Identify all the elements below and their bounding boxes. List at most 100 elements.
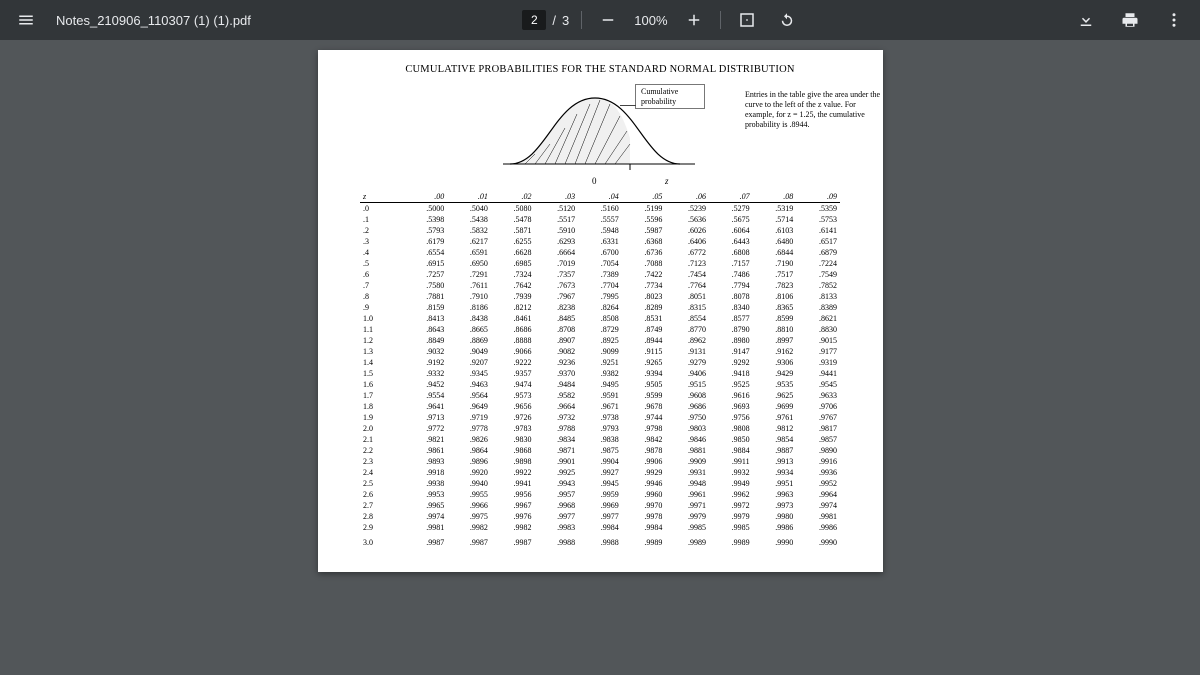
print-button[interactable] [1116,6,1144,34]
z-table-cell: .9706 [796,401,840,412]
z-table-cell: .9099 [578,346,622,357]
z-table-row: 1.7.9554.9564.9573.9582.9591.9599.9608.9… [360,390,840,401]
z-table-cell: .7257 [404,269,448,280]
z-table-cell: .8508 [578,313,622,324]
z-table-cell: .9719 [447,412,491,423]
z-table-cell: .9162 [753,346,797,357]
z-table-cell: .6517 [796,236,840,247]
z-table-cell: .5199 [622,203,666,215]
z-table-cell: .7967 [535,291,579,302]
toolbar-divider-2 [720,11,721,29]
z-table-cell: .7764 [665,280,709,291]
z-table-cell: .8577 [709,313,753,324]
z-table-cell: .9798 [622,423,666,434]
z-table-row: 1.3.9032.9049.9066.9082.9099.9115.9131.9… [360,346,840,357]
z-table-cell: 2.0 [360,423,404,434]
z-table-cell: .5000 [404,203,448,215]
z-table-cell: .9772 [404,423,448,434]
z-table-header-cell: z [360,191,404,203]
zoom-in-button[interactable] [680,6,708,34]
z-table-cell: .9868 [491,445,535,456]
page-total: 3 [562,13,569,28]
z-table-cell: .9974 [404,511,448,522]
z-table-row: .9.8159.8186.8212.8238.8264.8289.8315.83… [360,302,840,313]
z-table-cell: .9904 [578,456,622,467]
z-table-cell: .9793 [578,423,622,434]
fit-page-button[interactable] [733,6,761,34]
z-table-cell: .9842 [622,434,666,445]
page-current-input[interactable]: 2 [522,10,546,30]
z-table-cell: .9990 [753,533,797,548]
z-table-cell: .9306 [753,357,797,368]
z-table-cell: .6554 [404,247,448,258]
z-table-cell: .5557 [578,214,622,225]
z-table-cell: .9788 [535,423,579,434]
z-table-cell: .9251 [578,357,622,368]
z-table-cell: .9505 [622,379,666,390]
z-table-cell: .9893 [404,456,448,467]
z-table-cell: .7088 [622,258,666,269]
z-table-cell: .5793 [404,225,448,236]
z-table-cell: .9625 [753,390,797,401]
z-table-cell: .9803 [665,423,709,434]
z-table-cell: .9964 [796,489,840,500]
z-table-cell: .9857 [796,434,840,445]
z-table-cell: .6844 [753,247,797,258]
z-table-cell: .9965 [404,500,448,511]
z-table-cell: .9986 [796,522,840,533]
more-button[interactable] [1160,6,1188,34]
z-table-row: 2.6.9953.9955.9956.9957.9959.9960.9961.9… [360,489,840,500]
fit-page-icon [738,11,756,29]
z-table-cell: .8643 [404,324,448,335]
z-table-cell: .9761 [753,412,797,423]
menu-button[interactable] [12,6,40,34]
z-table-cell: .7881 [404,291,448,302]
z-table-cell: .9956 [491,489,535,500]
z-table-cell: .9909 [665,456,709,467]
z-table-cell: .9913 [753,456,797,467]
download-button[interactable] [1072,6,1100,34]
document-viewport[interactable]: CUMULATIVE PROBABILITIES FOR THE STANDAR… [0,40,1200,675]
z-table-cell: .9936 [796,467,840,478]
zoom-out-button[interactable] [594,6,622,34]
z-table-cell: .9812 [753,423,797,434]
z-table-cell: .3 [360,236,404,247]
z-table-row: .4.6554.6591.6628.6664.6700.6736.6772.68… [360,247,840,258]
z-table-cell: .9940 [447,478,491,489]
rotate-button[interactable] [773,6,801,34]
z-table-cell: 2.6 [360,489,404,500]
z-table-cell: .9977 [535,511,579,522]
z-table-cell: .9957 [535,489,579,500]
z-table-cell: .9987 [491,533,535,548]
z-table-cell: .9977 [578,511,622,522]
z-table-cell: .9918 [404,467,448,478]
z-table-cell: .8790 [709,324,753,335]
z-table-cell: .6950 [447,258,491,269]
z-table-cell: .7291 [447,269,491,280]
z-table-cell: .9744 [622,412,666,423]
zoom-level[interactable]: 100% [634,13,667,28]
z-table-cell: .7454 [665,269,709,280]
z-table-cell: .7939 [491,291,535,302]
z-table-cell: .9750 [665,412,709,423]
z-table-cell: .9976 [491,511,535,522]
z-table-cell: .9934 [753,467,797,478]
z-table-cell: .7704 [578,280,622,291]
plus-icon [685,11,703,29]
z-table-cell: .8289 [622,302,666,313]
z-table-cell: .9987 [404,533,448,548]
z-table-row: 2.0.9772.9778.9783.9788.9793.9798.9803.9… [360,423,840,434]
z-table-header-cell: .08 [753,191,797,203]
z-table-cell: .9969 [578,500,622,511]
z-table-cell: .9452 [404,379,448,390]
z-table-cell: .9830 [491,434,535,445]
z-table-cell: 2.5 [360,478,404,489]
z-table-cell: .5596 [622,214,666,225]
z-table-cell: .9192 [404,357,448,368]
z-table-cell: .5675 [709,214,753,225]
z-table-cell: .9916 [796,456,840,467]
z-table-cell: 2.9 [360,522,404,533]
z-table: z.00.01.02.03.04.05.06.07.08.09 .0.5000.… [360,191,840,548]
toolbar-divider [581,11,582,29]
z-table-cell: .8925 [578,335,622,346]
